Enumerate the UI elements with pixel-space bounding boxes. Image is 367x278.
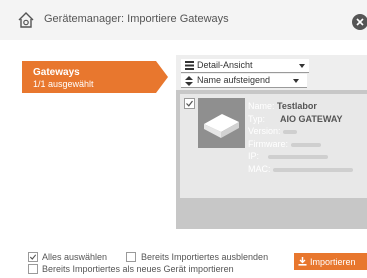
device-type-label: Typ:	[248, 114, 266, 124]
device-mac-row: MAC:	[248, 164, 354, 174]
gateways-tab[interactable]: Gateways 1/1 ausgewählt	[22, 61, 168, 93]
list-icon	[185, 61, 194, 72]
select-all-checkbox[interactable]	[28, 252, 38, 262]
device-mac-redacted	[273, 167, 354, 172]
view-select[interactable]: Detail-Ansicht	[181, 59, 309, 73]
import-button-label: Importieren	[310, 257, 356, 267]
gateways-tab-title: Gateways	[33, 67, 80, 78]
chevron-down-icon	[299, 64, 305, 68]
chevron-down-icon	[293, 79, 299, 83]
device-type-row: Typ: AIO GATEWAY	[248, 114, 343, 124]
view-select-value: Detail-Ansicht	[197, 60, 253, 70]
device-name-label: Name:	[248, 101, 275, 111]
house-gear-icon	[17, 11, 35, 29]
gateways-tab-count: 1/1 ausgewählt	[33, 79, 94, 89]
device-version-label: Version:	[248, 126, 281, 136]
gateway-device-image	[198, 98, 245, 148]
select-all-label[interactable]: Alles auswählen	[42, 252, 107, 262]
gateway-card-checkbox[interactable]	[184, 98, 195, 109]
device-ip-label: IP:	[248, 151, 260, 161]
gateway-card[interactable]: Name: Testlabor Typ: AIO GATEWAY Version:…	[180, 94, 367, 198]
import-as-new-label[interactable]: Bereits Importiertes als neues Gerät imp…	[42, 264, 234, 274]
hide-imported-checkbox[interactable]	[126, 252, 136, 262]
close-icon[interactable]	[352, 14, 367, 30]
device-firmware-redacted	[290, 142, 321, 147]
import-icon	[298, 257, 307, 268]
import-button[interactable]: Importieren	[294, 253, 367, 270]
device-ip-row: IP:	[248, 151, 328, 161]
panel-toolbar: Detail-Ansicht Name aufsteigend	[176, 55, 367, 90]
dialog-title: Gerätemanager: Importiere Gateways	[44, 13, 229, 25]
import-as-new-checkbox[interactable]	[28, 264, 38, 274]
sort-icon	[185, 76, 193, 88]
device-version-redacted	[283, 129, 298, 134]
sort-select[interactable]: Name aufsteigend	[181, 74, 307, 88]
device-version-row: Version:	[248, 126, 298, 136]
dialog-titlebar: Gerätemanager: Importiere Gateways	[0, 0, 367, 40]
device-firmware-row: Firmware:	[248, 139, 321, 149]
device-name-value: Testlabor	[277, 101, 317, 111]
device-name-row: Name: Testlabor	[248, 101, 317, 111]
device-type-value: AIO GATEWAY	[280, 114, 343, 124]
device-mac-label: MAC:	[248, 164, 271, 174]
sort-select-value: Name aufsteigend	[197, 75, 271, 85]
device-ip-redacted	[268, 154, 328, 159]
device-firmware-label: Firmware:	[248, 139, 288, 149]
hide-imported-label[interactable]: Bereits Importiertes ausblenden	[141, 252, 268, 262]
